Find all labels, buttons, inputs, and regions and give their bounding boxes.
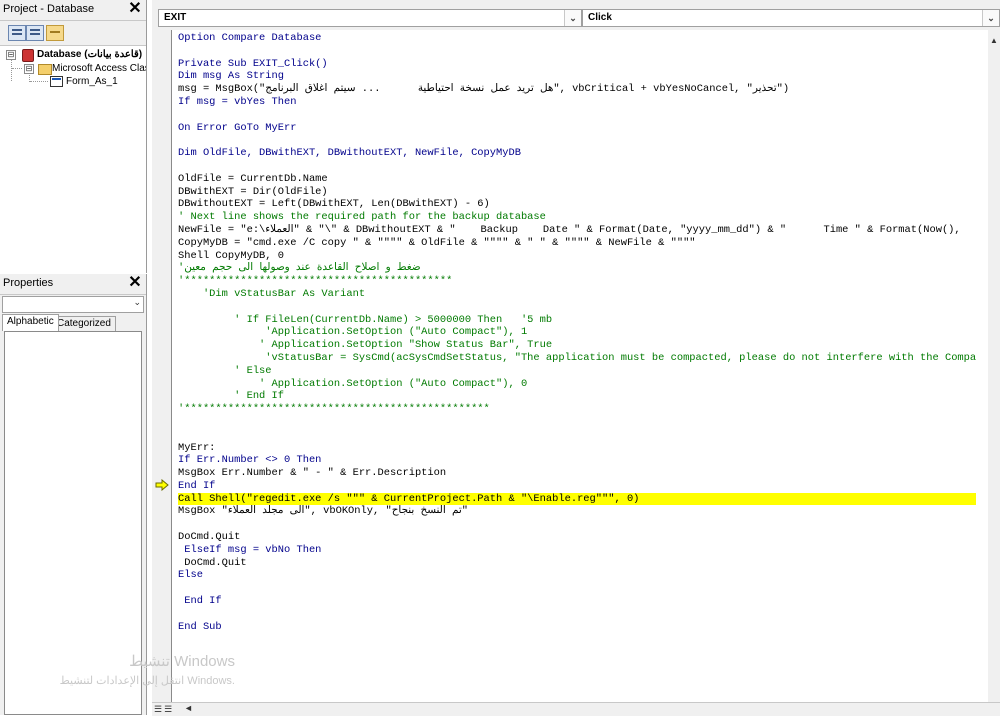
watermark-title: تنشيط Windows xyxy=(129,653,235,670)
object-select[interactable]: ⌄ xyxy=(2,296,144,313)
code-line[interactable]: Dim msg As String xyxy=(178,70,976,83)
code-line[interactable]: Private Sub EXIT_Click() xyxy=(178,58,976,71)
code-line[interactable]: DoCmd.Quit xyxy=(178,557,976,570)
code-line[interactable] xyxy=(178,109,976,122)
code-line[interactable]: End If xyxy=(178,480,976,493)
code-line[interactable] xyxy=(178,429,976,442)
code-line[interactable]: End If xyxy=(178,595,976,608)
code-line[interactable]: msg = MsgBox("هل تريد عمل نسخة احتياطية … xyxy=(178,83,976,96)
code-line[interactable] xyxy=(178,518,976,531)
code-line[interactable]: MsgBox Err.Number & " - " & Err.Descript… xyxy=(178,467,976,480)
project-explorer-pane: Project - Database ✕ ⊟ Database (قاعدة ب… xyxy=(0,0,147,273)
tab-alphabetic[interactable]: Alphabetic xyxy=(2,314,59,331)
project-toolbar xyxy=(0,21,146,46)
chevron-down-icon: ⌄ xyxy=(133,297,141,307)
execution-pointer-icon xyxy=(155,479,169,491)
chevron-down-icon[interactable]: ⌄ xyxy=(982,10,999,26)
code-line[interactable] xyxy=(178,416,976,429)
close-icon[interactable]: ✕ xyxy=(128,1,142,17)
code-line[interactable]: Dim OldFile, DBwithEXT, DBwithoutEXT, Ne… xyxy=(178,147,976,160)
code-line[interactable]: '***************************************… xyxy=(178,403,976,416)
procedure-combo-value: Click xyxy=(588,12,612,23)
code-line[interactable]: ElseIf msg = vbNo Then xyxy=(178,544,976,557)
code-line[interactable]: CopyMyDB = "cmd.exe /C copy " & """" & O… xyxy=(178,237,976,250)
horizontal-scrollbar[interactable]: ☰☰ ◄ xyxy=(152,702,1000,716)
close-icon[interactable]: ✕ xyxy=(128,275,142,291)
breakpoint-margin[interactable] xyxy=(152,30,172,702)
code-line[interactable]: 'Application.SetOption ("Auto Compact"),… xyxy=(178,326,976,339)
code-line[interactable]: OldFile = CurrentDb.Name xyxy=(178,173,976,186)
code-line[interactable]: If msg = vbYes Then xyxy=(178,96,976,109)
code-line[interactable]: MyErr: xyxy=(178,442,976,455)
code-line[interactable]: Else xyxy=(178,569,976,582)
code-line[interactable]: 'Dim vStatusBar As Variant xyxy=(178,288,976,301)
form-icon xyxy=(50,76,63,87)
code-line[interactable] xyxy=(178,45,976,58)
code-text[interactable]: Option Compare Database Private Sub EXIT… xyxy=(178,32,977,634)
properties-pane: Properties ✕ ⌄ Alphabetic Categorized xyxy=(0,274,147,715)
code-line[interactable]: '***************************************… xyxy=(178,275,976,288)
tree-item-label: Database (قاعدة بيانات) xyxy=(37,49,143,60)
code-line[interactable] xyxy=(178,608,976,621)
view-object-button[interactable] xyxy=(26,25,44,41)
scroll-up-icon[interactable]: ▲ xyxy=(990,36,998,45)
project-pane-title: Project - Database xyxy=(3,3,95,15)
code-line[interactable] xyxy=(178,160,976,173)
folder-icon xyxy=(38,64,52,75)
code-line[interactable] xyxy=(178,582,976,595)
collapse-icon[interactable]: ⊟ xyxy=(24,64,34,74)
procedure-combo[interactable]: Click ⌄ xyxy=(582,9,1000,27)
code-line[interactable]: Shell CopyMyDB, 0 xyxy=(178,250,976,263)
scroll-left-icon[interactable]: ◄ xyxy=(184,703,193,713)
code-line[interactable]: ' Next line shows the required path for … xyxy=(178,211,976,224)
code-line[interactable]: 'ضغط و اصلاح القاعدة عند وصولها الى حجم … xyxy=(178,262,976,275)
tree-item-label: Microsoft Access Class C xyxy=(52,63,146,74)
code-window-header: EXIT ⌄ Click ⌄ xyxy=(152,0,1000,30)
code-line[interactable]: Option Compare Database xyxy=(178,32,976,45)
code-line[interactable]: MsgBox "الى مجلد العملاء", vbOKOnly, "تم… xyxy=(178,505,976,518)
database-icon xyxy=(22,49,34,62)
tree-item-database[interactable]: ⊟ Database (قاعدة بيانات) xyxy=(0,48,146,62)
project-pane-titlebar[interactable]: Project - Database ✕ xyxy=(0,0,146,21)
activation-watermark: تنشيط Windows انتقل إلى الإعدادات لتنشيط… xyxy=(0,652,240,692)
tab-categorized[interactable]: Categorized xyxy=(52,316,116,331)
tree-item-label: Form_As_1 xyxy=(66,76,118,87)
chevron-down-icon[interactable]: ⌄ xyxy=(564,10,581,26)
watermark-subtitle: انتقل إلى الإعدادات لتنشيط Windows. xyxy=(59,675,235,687)
view-code-button[interactable] xyxy=(8,25,26,41)
code-line[interactable]: ' End If xyxy=(178,390,976,403)
code-editor[interactable]: Option Compare Database Private Sub EXIT… xyxy=(172,30,988,702)
code-line[interactable]: On Error GoTo MyErr xyxy=(178,122,976,135)
code-line[interactable]: End Sub xyxy=(178,621,976,634)
tree-item-form[interactable]: Form_As_1 xyxy=(0,75,146,88)
code-line[interactable]: DBwithEXT = Dir(OldFile) xyxy=(178,186,976,199)
tree-item-class-objects[interactable]: ⊟ Microsoft Access Class C xyxy=(0,62,146,75)
code-line[interactable]: ' Application.SetOption ("Auto Compact")… xyxy=(178,378,976,391)
code-line[interactable]: Call Shell("regedit.exe /s """ & Current… xyxy=(178,492,977,506)
code-line[interactable]: If Err.Number <> 0 Then xyxy=(178,454,976,467)
object-combo[interactable]: EXIT ⌄ xyxy=(158,9,582,27)
code-line[interactable]: ' Application.SetOption "Show Status Bar… xyxy=(178,339,976,352)
properties-pane-title: Properties xyxy=(3,277,54,289)
properties-pane-titlebar[interactable]: Properties ✕ xyxy=(0,274,146,295)
code-line[interactable]: DoCmd.Quit xyxy=(178,531,976,544)
collapse-icon[interactable]: ⊟ xyxy=(6,50,16,60)
code-line[interactable]: NewFile = "e:\العملاء" & "\" & DBwithout… xyxy=(178,224,976,237)
view-toggle-icons[interactable]: ☰☰ xyxy=(154,704,174,715)
object-combo-value: EXIT xyxy=(164,12,187,23)
code-line[interactable] xyxy=(178,134,976,147)
project-tree: ⊟ Database (قاعدة بيانات) ⊟ Microsoft Ac… xyxy=(0,46,146,271)
code-line[interactable]: 'vStatusBar = SysCmd(acSysCmdSetStatus, … xyxy=(178,352,976,365)
code-line[interactable]: ' Else xyxy=(178,365,976,378)
code-line[interactable] xyxy=(178,301,976,314)
code-line[interactable]: DBwithoutEXT = Left(DBwithEXT, Len(DBwit… xyxy=(178,198,976,211)
vertical-scrollbar[interactable]: ▲ xyxy=(988,30,1000,702)
toggle-folders-button[interactable] xyxy=(46,25,64,41)
code-line[interactable]: ' If FileLen(CurrentDb.Name) > 5000000 T… xyxy=(178,314,976,327)
